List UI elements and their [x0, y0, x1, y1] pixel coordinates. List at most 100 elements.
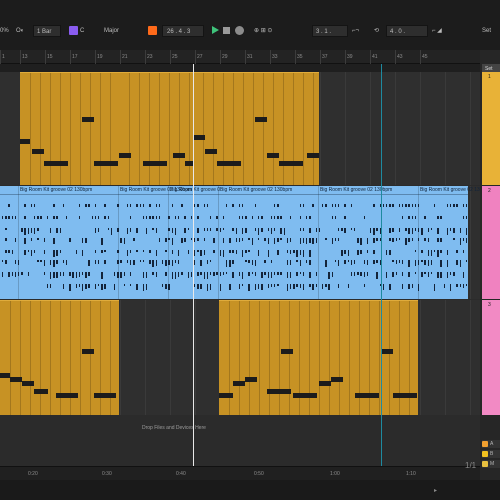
waveform-transient	[194, 260, 196, 265]
midi-note[interactable]	[20, 139, 30, 144]
key-select[interactable]: C	[80, 26, 84, 36]
waveform-transient	[299, 250, 301, 255]
waveform-transient	[130, 250, 132, 253]
midi-note[interactable]	[319, 381, 331, 386]
midi-note[interactable]	[219, 393, 233, 398]
midi-note[interactable]	[44, 161, 68, 166]
waveform-transient	[168, 238, 170, 240]
track-header-1[interactable]: 1	[482, 72, 500, 185]
midi-note[interactable]	[82, 117, 94, 122]
waveform-transient	[130, 204, 132, 207]
midi-note[interactable]	[10, 377, 22, 382]
waveform-transient	[302, 284, 305, 290]
midi-note[interactable]	[34, 389, 48, 394]
chevron-right-icon[interactable]: ▸	[434, 487, 437, 494]
waveform-transient	[222, 216, 225, 219]
playhead[interactable]	[193, 64, 194, 469]
midi-note[interactable]	[143, 161, 167, 166]
waveform-transient	[251, 216, 253, 219]
midi-note[interactable]	[233, 381, 245, 386]
midi-note[interactable]	[267, 389, 291, 394]
midi-note[interactable]	[267, 153, 279, 158]
waveform-transient	[130, 260, 132, 265]
loop-end-marker[interactable]	[381, 64, 382, 472]
midi-note[interactable]	[279, 161, 303, 166]
play-icon[interactable]	[212, 26, 219, 34]
track-header-3[interactable]: 3	[482, 300, 500, 415]
track-header-2[interactable]: 2	[482, 186, 500, 299]
return-track-a[interactable]: A	[482, 440, 500, 448]
track-3-lane[interactable]	[0, 300, 480, 415]
scale-mode-icon[interactable]	[69, 26, 78, 35]
time-ruler[interactable]: 0:20 0:30 0:40 0:50 1:00 1:10	[0, 466, 480, 480]
midi-note[interactable]	[245, 377, 257, 382]
midi-clip[interactable]	[219, 300, 418, 415]
midi-note[interactable]	[331, 377, 343, 382]
loop-strip[interactable]	[0, 64, 480, 72]
clip-divider	[168, 186, 169, 299]
midi-note[interactable]	[119, 153, 131, 158]
midi-note[interactable]	[185, 161, 193, 166]
zoom-value[interactable]: 0%	[0, 26, 9, 36]
midi-note[interactable]	[94, 161, 118, 166]
waveform-transient	[325, 204, 327, 207]
midi-note[interactable]	[94, 393, 116, 398]
midi-note[interactable]	[205, 149, 217, 154]
midi-note[interactable]	[22, 381, 34, 386]
waveform-transient	[280, 272, 282, 275]
drop-area[interactable]	[0, 415, 480, 465]
waveform-transient	[98, 216, 100, 219]
waveform-transient	[309, 284, 311, 287]
waveform-transient	[427, 250, 429, 256]
stop-icon[interactable]	[223, 27, 230, 34]
midi-clip[interactable]	[20, 72, 119, 185]
loop-length[interactable]: 4 . 0 .	[386, 25, 428, 37]
note-gridline	[339, 301, 340, 415]
scale-select[interactable]: Major	[104, 26, 119, 36]
waveform-transient	[302, 272, 305, 276]
punch-icon[interactable]: ⌐¬	[352, 26, 359, 36]
midi-note[interactable]	[82, 349, 94, 354]
bar-number: 15	[47, 54, 53, 60]
midi-note[interactable]	[393, 393, 417, 398]
bar-ruler[interactable]: 1 13 15 17 19 21 23 25 27 29 31 33 35 37 39 41 43 45	[0, 50, 480, 64]
waveform-transient	[155, 228, 157, 233]
track-2-lane[interactable]: Big Room Kit groove 02 130bpm Big Room Ki…	[0, 186, 492, 299]
waveform-transient	[386, 250, 388, 255]
midi-note[interactable]	[0, 373, 10, 378]
note-gridline	[40, 301, 41, 415]
follow-icon[interactable]: O◐	[16, 26, 24, 36]
midi-note[interactable]	[381, 349, 393, 354]
loop-icon[interactable]: ⟲	[374, 26, 379, 36]
arrangement-record-icon[interactable]	[148, 26, 157, 35]
midi-note[interactable]	[217, 161, 241, 166]
set-label[interactable]: Set	[482, 26, 491, 36]
set-row[interactable]: Set	[482, 64, 500, 72]
midi-note[interactable]	[281, 349, 293, 354]
midi-clip[interactable]	[193, 72, 319, 185]
track-1-lane[interactable]	[0, 72, 480, 185]
midi-note[interactable]	[32, 149, 44, 154]
waveform-transient	[21, 272, 23, 275]
midi-note[interactable]	[56, 393, 78, 398]
waveform-transient	[98, 228, 100, 232]
midi-note[interactable]	[193, 135, 205, 140]
midi-note[interactable]	[173, 153, 185, 158]
draw-mode-icon[interactable]: ⌐ ◢	[432, 26, 442, 36]
midi-clip[interactable]	[119, 72, 193, 185]
waveform-transient	[357, 238, 359, 243]
song-position[interactable]: 26 . 4 . 3	[162, 25, 204, 37]
master-track[interactable]: M	[482, 460, 500, 468]
record-icon[interactable]	[235, 26, 244, 35]
midi-note[interactable]	[307, 153, 319, 158]
midi-note[interactable]	[255, 117, 267, 122]
midi-note[interactable]	[355, 393, 379, 398]
waveform-transient	[8, 216, 10, 219]
capture-icons[interactable]: ⊕ ⊞ ⊙	[254, 26, 272, 36]
return-track-b[interactable]: B	[482, 450, 500, 458]
midi-note[interactable]	[293, 393, 317, 398]
midi-clip[interactable]	[0, 300, 119, 415]
loop-start[interactable]: 3 . 1 .	[312, 25, 348, 37]
quantize-select[interactable]: 1 Bar	[33, 25, 61, 37]
audio-clip[interactable]: Big Room Kit groove 02 130bpm Big Room Ki…	[0, 186, 492, 299]
